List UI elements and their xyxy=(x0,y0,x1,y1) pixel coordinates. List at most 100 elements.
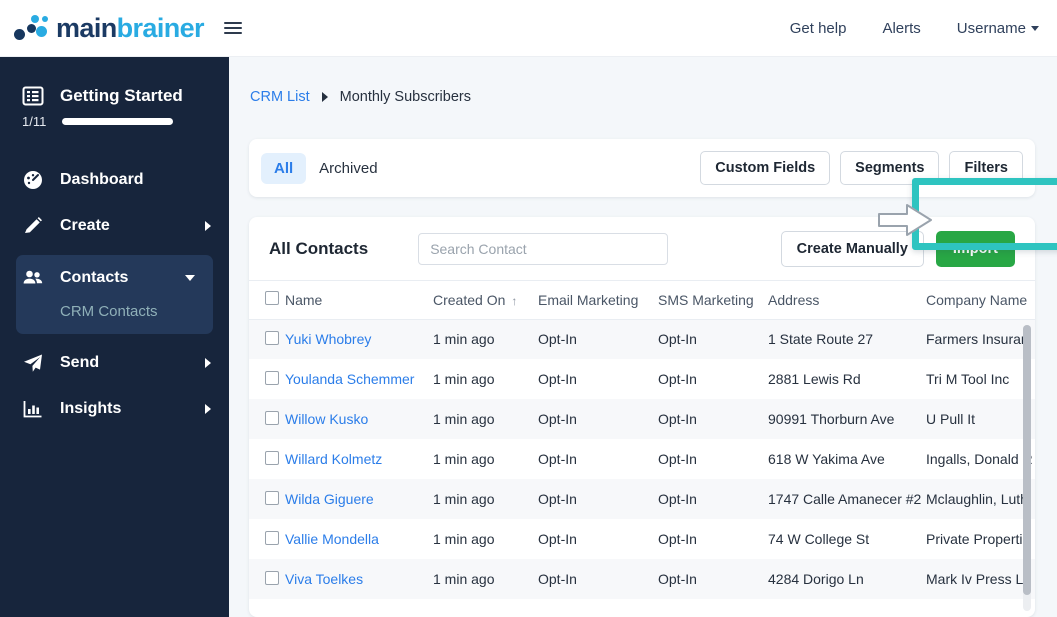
row-checkbox[interactable] xyxy=(265,530,279,545)
cell-sms-marketing: Opt-In xyxy=(658,439,768,479)
row-select-cell xyxy=(249,559,285,599)
sidebar-getting-started[interactable]: Getting Started 1/11 xyxy=(0,57,229,129)
row-checkbox[interactable] xyxy=(265,330,279,345)
sidebar-item-insights[interactable]: Insights xyxy=(0,386,229,432)
row-checkbox[interactable] xyxy=(265,410,279,425)
table-row[interactable]: Willard Kolmetz 1 min ago Opt-In Opt-In 618 … xyxy=(249,439,1035,479)
brand-logo[interactable]: mainbrainer xyxy=(12,12,205,44)
contacts-table-wrap: Name Created On ↑ Email Marketing SMS Mar… xyxy=(249,281,1035,617)
row-checkbox[interactable] xyxy=(265,450,279,465)
row-checkbox[interactable] xyxy=(265,490,279,505)
header-sms-marketing[interactable]: SMS Marketing xyxy=(658,281,768,320)
paper-plane-icon xyxy=(22,352,44,374)
nav-alerts[interactable]: Alerts xyxy=(882,20,920,37)
cell-created-on: 1 min ago xyxy=(433,359,538,399)
contacts-table: Name Created On ↑ Email Marketing SMS Mar… xyxy=(249,281,1035,599)
cell-sms-marketing: Opt-In xyxy=(658,479,768,519)
pencil-icon xyxy=(22,215,44,237)
top-header: mainbrainer Get help Alerts Username xyxy=(0,0,1057,57)
all-contacts-title: All Contacts xyxy=(269,238,369,258)
select-all-checkbox[interactable] xyxy=(265,291,279,306)
contacts-card: All Contacts Create Manually Import Name xyxy=(249,217,1035,617)
sidebar-item-contacts[interactable]: Contacts xyxy=(16,255,213,301)
cell-sms-marketing: Opt-In xyxy=(658,559,768,599)
table-row[interactable]: Viva Toelkes 1 min ago Opt-In Opt-In 4284 Do… xyxy=(249,559,1035,599)
hamburger-icon[interactable] xyxy=(223,19,242,37)
progress-count: 1/11 xyxy=(22,114,47,129)
header-email-marketing[interactable]: Email Marketing xyxy=(538,281,658,320)
cell-address: 90991 Thorburn Ave xyxy=(768,399,926,439)
cell-email-marketing: Opt-In xyxy=(538,439,658,479)
custom-fields-button[interactable]: Custom Fields xyxy=(700,151,831,185)
cell-created-on: 1 min ago xyxy=(433,559,538,599)
contact-name-link[interactable]: Youlanda Schemmer xyxy=(285,371,414,387)
cell-name: Willow Kusko xyxy=(285,399,433,439)
tab-all[interactable]: All xyxy=(261,152,307,184)
sidebar-label-insights: Insights xyxy=(60,400,122,417)
contact-name-link[interactable]: Willard Kolmetz xyxy=(285,451,382,467)
import-button[interactable]: Import xyxy=(935,230,1015,267)
row-select-cell xyxy=(249,359,285,399)
cell-created-on: 1 min ago xyxy=(433,519,538,559)
segments-button[interactable]: Segments xyxy=(840,151,940,185)
contact-name-link[interactable]: Yuki Whobrey xyxy=(285,331,371,347)
nav-username[interactable]: Username xyxy=(957,20,1039,37)
cell-email-marketing: Opt-In xyxy=(538,399,658,439)
sidebar-item-send[interactable]: Send xyxy=(0,340,229,386)
cell-company-name: Mclaughlin, Luth xyxy=(926,479,1035,519)
contact-name-link[interactable]: Wilda Giguere xyxy=(285,491,374,507)
search-contact-input[interactable] xyxy=(418,232,669,265)
cell-sms-marketing: Opt-In xyxy=(658,359,768,399)
table-row[interactable]: Yuki Whobrey 1 min ago Opt-In Opt-In 1 State… xyxy=(249,319,1035,359)
cell-company-name: Tri M Tool Inc xyxy=(926,359,1035,399)
table-row[interactable]: Vallie Mondella 1 min ago Opt-In Opt-In 74 W… xyxy=(249,519,1035,559)
cell-company-name: Ingalls, Donald R xyxy=(926,439,1035,479)
contact-name-link[interactable]: Willow Kusko xyxy=(285,411,368,427)
header-company-name[interactable]: Company Name xyxy=(926,281,1035,320)
sidebar-nav: Dashboard Create Contacts CRM Contacts S… xyxy=(0,157,229,432)
chevron-right-icon xyxy=(205,404,211,414)
row-select-cell xyxy=(249,519,285,559)
table-body: Yuki Whobrey 1 min ago Opt-In Opt-In 1 State… xyxy=(249,319,1035,599)
logo-wordmark: mainbrainer xyxy=(56,12,205,44)
row-checkbox[interactable] xyxy=(265,370,279,385)
table-row[interactable]: Wilda Giguere 1 min ago Opt-In Opt-In 1747 C… xyxy=(249,479,1035,519)
row-select-cell xyxy=(249,439,285,479)
header-name[interactable]: Name xyxy=(285,281,433,320)
logo-text-main: main xyxy=(56,12,117,43)
sort-ascending-icon: ↑ xyxy=(511,293,518,308)
sidebar-item-dashboard[interactable]: Dashboard xyxy=(0,157,229,203)
cell-company-name: U Pull It xyxy=(926,399,1035,439)
cell-email-marketing: Opt-In xyxy=(538,479,658,519)
header-created-on[interactable]: Created On ↑ xyxy=(433,281,538,320)
row-select-cell xyxy=(249,399,285,439)
table-row[interactable]: Youlanda Schemmer 1 min ago Opt-In Opt-In 28… xyxy=(249,359,1035,399)
people-icon xyxy=(22,267,44,289)
logo-dots-icon xyxy=(12,13,54,43)
row-checkbox[interactable] xyxy=(265,570,279,585)
app-root: mainbrainer Get help Alerts Username Get… xyxy=(0,0,1057,617)
breadcrumb-current: Monthly Subscribers xyxy=(339,89,471,105)
table-row[interactable]: Willow Kusko 1 min ago Opt-In Opt-In 90991 T… xyxy=(249,399,1035,439)
filters-button[interactable]: Filters xyxy=(949,151,1023,185)
cell-sms-marketing: Opt-In xyxy=(658,319,768,359)
cell-created-on: 1 min ago xyxy=(433,319,538,359)
cell-name: Youlanda Schemmer xyxy=(285,359,433,399)
contact-name-link[interactable]: Viva Toelkes xyxy=(285,571,363,587)
nav-username-label: Username xyxy=(956,19,1026,37)
table-scrollbar-thumb[interactable] xyxy=(1023,325,1031,595)
sidebar-item-crm-contacts[interactable]: CRM Contacts xyxy=(16,301,213,324)
chevron-right-icon xyxy=(205,358,211,368)
header-created-on-label: Created On xyxy=(433,291,506,308)
sidebar-item-create[interactable]: Create xyxy=(0,203,229,249)
row-select-cell xyxy=(249,319,285,359)
nav-get-help[interactable]: Get help xyxy=(790,20,847,37)
sidebar-label-contacts: Contacts xyxy=(60,269,129,286)
list-icon xyxy=(22,85,44,107)
contact-name-link[interactable]: Vallie Mondella xyxy=(285,531,379,547)
tab-archived[interactable]: Archived xyxy=(306,153,390,184)
bar-chart-icon xyxy=(22,398,44,420)
header-address[interactable]: Address xyxy=(768,281,926,320)
breadcrumb-crm-list[interactable]: CRM List xyxy=(250,89,310,105)
chevron-down-icon xyxy=(185,275,195,281)
